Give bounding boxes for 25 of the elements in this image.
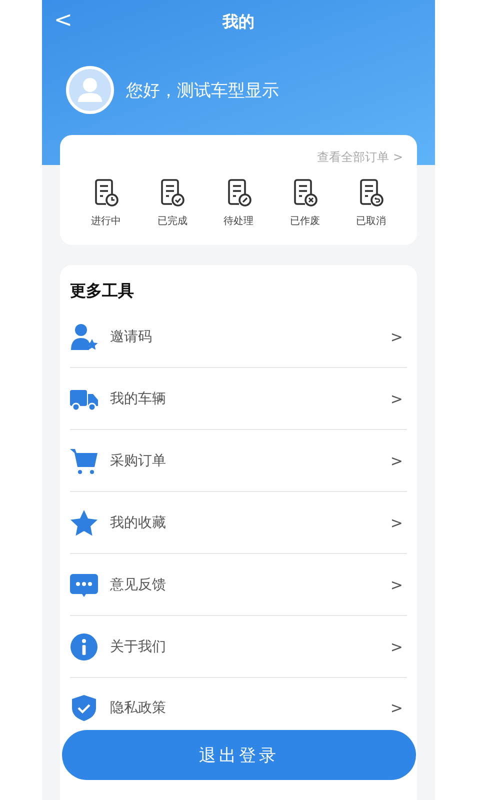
info-icon <box>70 632 98 660</box>
menu-item[interactable]: 隐私政策 > <box>70 678 407 729</box>
person-star-icon <box>70 322 98 350</box>
shield-check-icon <box>70 694 98 722</box>
cart-icon <box>70 446 98 474</box>
section-title: 更多工具 <box>70 281 135 302</box>
menu-item[interactable]: 邀请码 > <box>70 306 407 368</box>
order-status-button[interactable]: 已完成 <box>144 178 200 228</box>
order-undo-icon <box>357 178 385 208</box>
greeting-text: 您好，测试车型显示 <box>126 80 279 102</box>
star-icon <box>70 508 98 536</box>
page-title: 我的 <box>222 12 254 32</box>
order-check-icon <box>158 178 186 208</box>
menu-item[interactable]: 意见反馈 > <box>70 554 407 616</box>
order-status-button[interactable]: 已作废 <box>276 178 333 228</box>
logout-button[interactable]: 退出登录 <box>62 730 416 780</box>
menu-item[interactable]: 我的车辆 > <box>70 368 407 430</box>
avatar-icon[interactable] <box>66 66 114 114</box>
menu-item[interactable]: 采购订单 > <box>70 430 407 492</box>
order-clock-icon <box>92 178 120 208</box>
menu-item[interactable]: 关于我们 > <box>70 616 407 678</box>
order-status-button[interactable]: 待处理 <box>210 178 266 228</box>
order-status-button[interactable]: 进行中 <box>78 178 134 228</box>
menu-item[interactable]: 我的收藏 > <box>70 492 407 554</box>
order-status-button[interactable]: 已取消 <box>343 178 399 228</box>
